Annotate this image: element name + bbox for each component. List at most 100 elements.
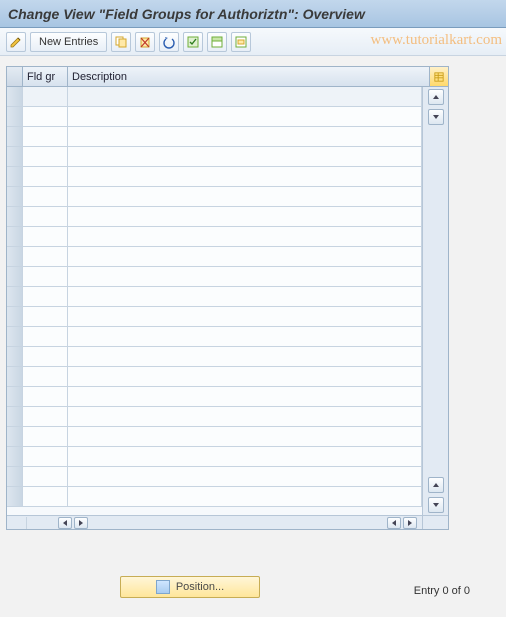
row-selector[interactable] <box>7 347 23 366</box>
cell-fld-gr[interactable] <box>23 447 68 466</box>
cell-fld-gr[interactable] <box>23 207 68 226</box>
delete-button[interactable] <box>135 32 155 52</box>
cell-fld-gr[interactable] <box>23 287 68 306</box>
cell-fld-gr[interactable] <box>23 227 68 246</box>
cell-fld-gr[interactable] <box>23 167 68 186</box>
row-selector[interactable] <box>7 207 23 226</box>
row-selector[interactable] <box>7 187 23 206</box>
row-selector[interactable] <box>7 367 23 386</box>
cell-fld-gr[interactable] <box>23 147 68 166</box>
column-header-fld-gr[interactable]: Fld gr <box>23 67 68 86</box>
row-selector[interactable] <box>7 107 23 126</box>
cell-description[interactable] <box>68 327 422 346</box>
cell-fld-gr[interactable] <box>23 87 68 106</box>
cell-fld-gr[interactable] <box>23 387 68 406</box>
select-all-button[interactable] <box>183 32 203 52</box>
scroll-right-left-button[interactable] <box>74 517 88 529</box>
cell-fld-gr[interactable] <box>23 307 68 326</box>
row-selector[interactable] <box>7 267 23 286</box>
table-row[interactable] <box>7 467 422 487</box>
new-entries-button[interactable]: New Entries <box>30 32 107 52</box>
column-header-description[interactable]: Description <box>68 67 430 86</box>
table-row[interactable] <box>7 127 422 147</box>
row-selector[interactable] <box>7 287 23 306</box>
row-selector[interactable] <box>7 227 23 246</box>
cell-description[interactable] <box>68 407 422 426</box>
cell-fld-gr[interactable] <box>23 107 68 126</box>
cell-description[interactable] <box>68 307 422 326</box>
cell-description[interactable] <box>68 467 422 486</box>
table-row[interactable] <box>7 167 422 187</box>
cell-description[interactable] <box>68 447 422 466</box>
cell-fld-gr[interactable] <box>23 247 68 266</box>
undo-button[interactable] <box>159 32 179 52</box>
row-selector[interactable] <box>7 167 23 186</box>
table-row[interactable] <box>7 267 422 287</box>
row-selector[interactable] <box>7 127 23 146</box>
cell-fld-gr[interactable] <box>23 467 68 486</box>
cell-description[interactable] <box>68 247 422 266</box>
scroll-left-button[interactable] <box>58 517 72 529</box>
cell-fld-gr[interactable] <box>23 267 68 286</box>
table-row[interactable] <box>7 367 422 387</box>
table-row[interactable] <box>7 187 422 207</box>
table-row[interactable] <box>7 447 422 467</box>
table-row[interactable] <box>7 407 422 427</box>
row-selector[interactable] <box>7 407 23 426</box>
row-selector[interactable] <box>7 147 23 166</box>
cell-description[interactable] <box>68 427 422 446</box>
row-selector[interactable] <box>7 487 23 506</box>
copy-button[interactable] <box>111 32 131 52</box>
deselect-all-button[interactable] <box>231 32 251 52</box>
cell-fld-gr[interactable] <box>23 487 68 506</box>
table-row[interactable] <box>7 247 422 267</box>
row-selector[interactable] <box>7 87 23 106</box>
row-selector-header[interactable] <box>7 67 23 86</box>
table-row[interactable] <box>7 227 422 247</box>
toggle-edit-button[interactable] <box>6 32 26 52</box>
cell-description[interactable] <box>68 227 422 246</box>
cell-description[interactable] <box>68 387 422 406</box>
horizontal-scrollbar[interactable] <box>7 515 422 529</box>
row-selector[interactable] <box>7 387 23 406</box>
cell-description[interactable] <box>68 287 422 306</box>
cell-description[interactable] <box>68 87 422 106</box>
cell-fld-gr[interactable] <box>23 407 68 426</box>
table-row[interactable] <box>7 327 422 347</box>
cell-description[interactable] <box>68 107 422 126</box>
cell-fld-gr[interactable] <box>23 347 68 366</box>
vertical-scrollbar[interactable] <box>422 87 448 515</box>
cell-description[interactable] <box>68 147 422 166</box>
cell-description[interactable] <box>68 367 422 386</box>
cell-description[interactable] <box>68 487 422 506</box>
scroll-right-button[interactable] <box>403 517 417 529</box>
select-block-button[interactable] <box>207 32 227 52</box>
scroll-up-button[interactable] <box>428 89 444 105</box>
cell-fld-gr[interactable] <box>23 427 68 446</box>
cell-fld-gr[interactable] <box>23 327 68 346</box>
row-selector[interactable] <box>7 327 23 346</box>
cell-description[interactable] <box>68 187 422 206</box>
position-button[interactable]: Position... <box>120 576 260 598</box>
cell-description[interactable] <box>68 267 422 286</box>
table-row[interactable] <box>7 307 422 327</box>
scroll-up-bottom-button[interactable] <box>428 477 444 493</box>
table-row[interactable] <box>7 427 422 447</box>
configure-columns-button[interactable] <box>430 67 448 86</box>
row-selector[interactable] <box>7 467 23 486</box>
cell-description[interactable] <box>68 347 422 366</box>
scroll-down-button[interactable] <box>428 497 444 513</box>
table-row[interactable] <box>7 147 422 167</box>
scroll-left-right-button[interactable] <box>387 517 401 529</box>
row-selector[interactable] <box>7 447 23 466</box>
table-row[interactable] <box>7 107 422 127</box>
cell-description[interactable] <box>68 207 422 226</box>
cell-fld-gr[interactable] <box>23 187 68 206</box>
cell-fld-gr[interactable] <box>23 367 68 386</box>
table-row[interactable] <box>7 207 422 227</box>
scroll-down-top-button[interactable] <box>428 109 444 125</box>
table-row[interactable] <box>7 387 422 407</box>
table-row[interactable] <box>7 287 422 307</box>
cell-description[interactable] <box>68 127 422 146</box>
row-selector[interactable] <box>7 427 23 446</box>
